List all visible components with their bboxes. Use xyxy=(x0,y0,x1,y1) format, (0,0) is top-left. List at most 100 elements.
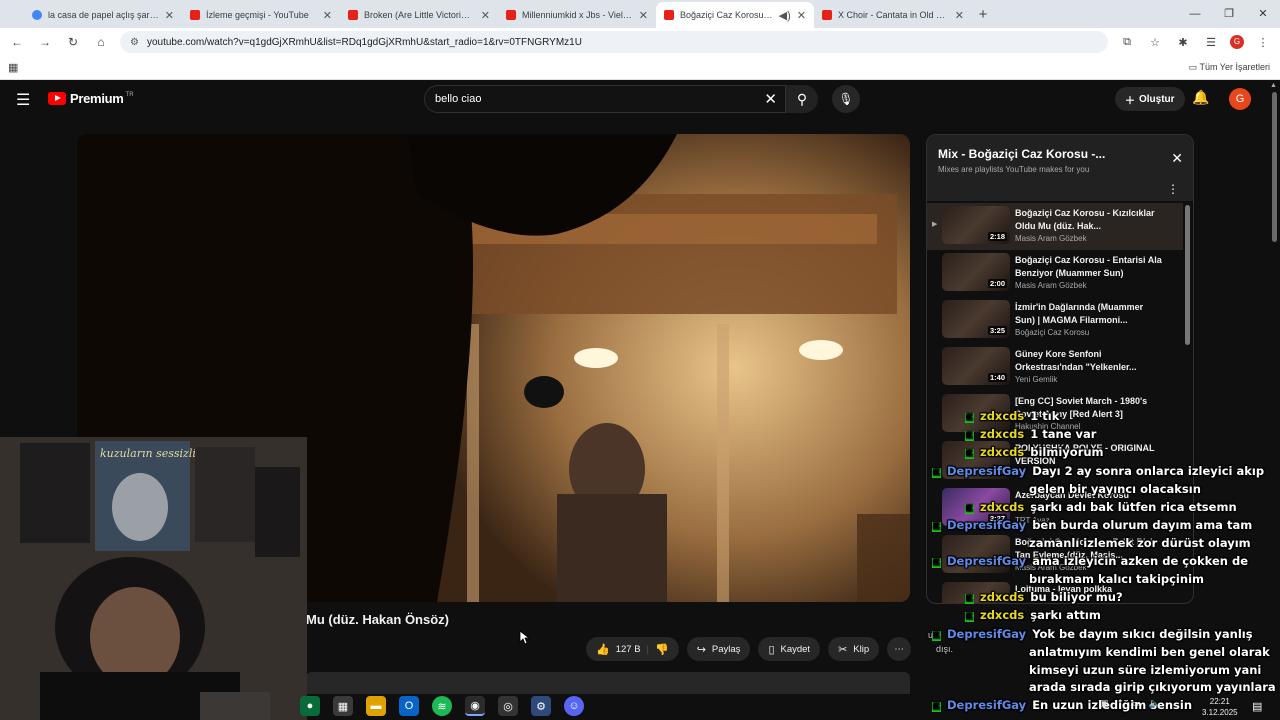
window-controls: — ❐ ✕ xyxy=(1178,0,1280,28)
like-button[interactable]: 👍 127 B | 👎 xyxy=(586,637,679,661)
outlook-icon[interactable]: O xyxy=(399,696,419,716)
playlist-item[interactable]: 3:26 POLYUSHKA POLYE - ORIGINAL VERSION xyxy=(927,438,1183,485)
discord-icon[interactable]: ☺ xyxy=(564,696,584,716)
playlist-item-title: POLYUSHKA POLYE - ORIGINAL VERSION xyxy=(1015,443,1155,466)
playlist-item[interactable]: ▶ 2:18 Boğaziçi Caz Korosu - Kızılcıklar… xyxy=(927,203,1183,250)
chevron-up-icon[interactable]: ⌃ xyxy=(1117,698,1125,709)
duration-badge: 3:27 xyxy=(987,514,1007,523)
close-tab-icon[interactable]: ✕ xyxy=(797,9,806,22)
playlist-scrollbar[interactable] xyxy=(1185,205,1190,345)
browser-tab[interactable]: Millenniumkid x Jbs - Vielleicht ... ✕ xyxy=(498,2,656,28)
playlist-item[interactable]: [Eng CC] Soviet March - 1980's Soviet Ar… xyxy=(927,391,1183,438)
playlist-item[interactable]: 3:25 İzmir'in Dağlarında (Muammer Sun) |… xyxy=(927,297,1183,344)
partial-text: u xyxy=(928,630,934,640)
apps-grid-icon[interactable]: ▦ xyxy=(8,61,18,74)
youtube-icon xyxy=(506,10,516,20)
playlist-more-icon[interactable]: ⋮ xyxy=(1167,182,1179,196)
clear-search-icon[interactable]: ✕ xyxy=(764,90,777,108)
playlist-item[interactable]: 3:27 Azerbaycan Devlet Korosu TRT Avaz xyxy=(927,485,1183,532)
browser-menu-icon[interactable]: ⋮ xyxy=(1254,36,1272,49)
hamburger-menu-icon[interactable]: ☰ xyxy=(16,90,30,110)
search-input[interactable]: bello ciao ✕ xyxy=(424,85,786,113)
store-icon[interactable]: ▦ xyxy=(333,696,353,716)
scroll-down-icon[interactable]: ▼ xyxy=(1270,687,1277,694)
video-thumbnail: 1:40 xyxy=(942,347,1010,385)
youtube-icon xyxy=(190,10,200,20)
bookmark-star-icon[interactable]: ☆ xyxy=(1146,36,1164,49)
playlist-item[interactable]: Loituma - Ievan polkka xyxy=(927,579,1183,603)
tool-icon[interactable]: ⚙ xyxy=(531,696,551,716)
playlist-item-title: Güney Kore Senfoni Orkestrası'ndan "Yelk… xyxy=(1015,349,1137,372)
scrollbar-thumb[interactable] xyxy=(1272,92,1277,242)
restore-icon[interactable]: ❐ xyxy=(1212,0,1246,28)
tray-app-icon[interactable]: ▣ xyxy=(1100,698,1109,709)
network-icon[interactable]: ▭ xyxy=(1132,698,1141,709)
clock-date: 3.12.2025 xyxy=(1202,708,1238,717)
scroll-up-icon[interactable]: ▲ xyxy=(1270,82,1277,89)
clip-button[interactable]: ✂ Klip xyxy=(828,637,880,661)
account-avatar[interactable]: G xyxy=(1229,88,1251,110)
taskbar: ● ▦ ▬ O ≋ ◉ ◎ ⚙ ☺ xyxy=(300,696,584,716)
playlist-item[interactable]: 2:00 Boğaziçi Caz Korosu - Entarisi Ala … xyxy=(927,250,1183,297)
speaker-icon[interactable]: ◀) xyxy=(779,9,791,22)
volume-icon[interactable]: 🔈 xyxy=(1149,698,1160,709)
forward-icon[interactable]: → xyxy=(36,35,54,49)
obs-icon[interactable]: ◎ xyxy=(498,696,518,716)
playlist-subtitle: Mixes are playlists YouTube makes for yo… xyxy=(938,165,1090,174)
browser-tab[interactable]: İzleme geçmişi - YouTube ✕ xyxy=(182,2,340,28)
minimize-icon[interactable]: — xyxy=(1178,0,1212,28)
mix-playlist-panel: Mix - Boğaziçi Caz Korosu -... Mixes are… xyxy=(926,134,1194,604)
address-bar[interactable]: ⚙ youtube.com/watch?v=q1gdGjXRmhU&list=R… xyxy=(120,31,1108,53)
notifications-bell-icon[interactable]: 🔔 xyxy=(1192,89,1209,106)
reload-icon[interactable]: ↻ xyxy=(64,35,82,49)
browser-tab-active[interactable]: Boğaziçi Caz Korosu - Kızıl... ◀) ✕ xyxy=(656,2,814,28)
app-icon[interactable]: ● xyxy=(300,696,320,716)
system-clock[interactable]: 22:21 3.12.2025 xyxy=(1202,696,1238,718)
chrome-icon[interactable]: ◉ xyxy=(465,696,485,716)
file-explorer-icon[interactable]: ▬ xyxy=(366,696,386,716)
reading-list-icon[interactable]: ☰ xyxy=(1202,36,1220,49)
thumbs-down-icon[interactable]: 👎 xyxy=(655,643,669,656)
close-tab-icon[interactable]: ✕ xyxy=(323,9,332,22)
browser-tab[interactable]: Broken (Are Little Victories by ... ✕ xyxy=(340,2,498,28)
create-button[interactable]: ＋ Oluştur xyxy=(1115,87,1185,111)
close-playlist-icon[interactable]: ✕ xyxy=(1171,150,1183,167)
all-bookmarks-button[interactable]: ▭ Tüm Yer İşaretleri xyxy=(1189,62,1270,73)
kick-badge-icon: K xyxy=(965,612,974,622)
playlist-title[interactable]: Mix - Boğaziçi Caz Korosu -... xyxy=(938,147,1105,161)
close-tab-icon[interactable]: ✕ xyxy=(481,9,490,22)
close-tab-icon[interactable]: ✕ xyxy=(955,9,964,22)
close-tab-icon[interactable]: ✕ xyxy=(165,9,174,22)
playlist-header: Mix - Boğaziçi Caz Korosu -... Mixes are… xyxy=(927,135,1193,201)
home-icon[interactable]: ⌂ xyxy=(92,35,110,49)
save-button[interactable]: ▯ Kaydet xyxy=(758,637,821,661)
close-tab-icon[interactable]: ✕ xyxy=(639,9,648,22)
browser-tab[interactable]: X Choir - Cantata in Old Style C... ✕ xyxy=(814,2,972,28)
browser-tab[interactable]: la casa de papel açlış şarkısı t... ✕ xyxy=(24,2,182,28)
search-button[interactable]: ⚲ xyxy=(786,85,818,113)
voice-search-button[interactable]: 🎙 xyxy=(832,85,860,113)
back-icon[interactable]: ← xyxy=(8,35,26,49)
share-button[interactable]: ↪ Paylaş xyxy=(686,637,751,661)
video-actions: 👍 127 B | 👎 ↪ Paylaş ▯ Kaydet ✂ Klip ⋯ xyxy=(586,637,912,661)
playlist-item-title: Boğaziçi Caz Korosu - Entarisi Ala Benzi… xyxy=(1015,255,1162,278)
site-info-icon[interactable]: ⚙ xyxy=(130,37,139,48)
notification-center-icon[interactable]: ▤ xyxy=(1252,700,1262,713)
playlist-item[interactable]: 1:40 Güney Kore Senfoni Orkestrası'ndan … xyxy=(927,344,1183,391)
browser-profile-avatar[interactable]: G xyxy=(1230,35,1244,49)
chat-username: zdxcds xyxy=(980,608,1025,622)
new-tab-button[interactable]: + xyxy=(972,2,994,28)
close-window-icon[interactable]: ✕ xyxy=(1246,0,1280,28)
youtube-premium-logo[interactable]: Premium TR xyxy=(48,91,134,106)
more-actions-button[interactable]: ⋯ xyxy=(887,637,912,661)
install-app-icon[interactable]: ⧉ xyxy=(1118,36,1136,49)
playlist-item-channel: Masis Aram Gözbek xyxy=(1015,281,1087,290)
spotify-icon[interactable]: ≋ xyxy=(432,696,452,716)
like-count: 127 B xyxy=(615,643,641,655)
description-box[interactable] xyxy=(306,672,910,694)
chat-text: kimseyi uzun süre izlemiyorum yani xyxy=(1029,663,1262,677)
extensions-icon[interactable]: ✱ xyxy=(1174,36,1192,49)
playlist-item[interactable]: Boğaziçi Caz Korosu - Zahit Bizi Tan Eyl… xyxy=(927,532,1183,579)
page-scrollbar[interactable]: ▲ ▼ xyxy=(1268,80,1280,696)
clock-time: 22:21 xyxy=(1209,697,1230,706)
